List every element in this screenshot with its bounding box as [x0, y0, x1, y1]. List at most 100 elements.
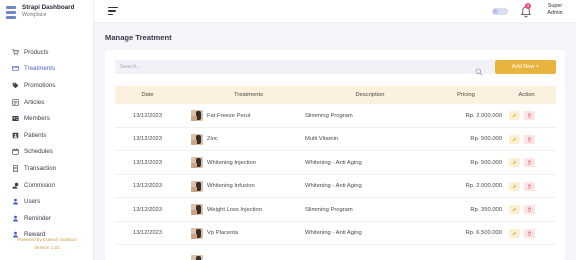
row-date: 13/12/2023 [132, 206, 162, 213]
row-actions [487, 198, 556, 221]
delete-button[interactable] [523, 134, 535, 144]
trash-icon [527, 231, 531, 236]
topbar: 3 Super Admin [94, 0, 576, 23]
row-actions [487, 104, 556, 127]
treatment-thumbnail [191, 133, 203, 145]
sidebar-item-products[interactable]: Products [0, 44, 94, 61]
edit-button[interactable] [508, 228, 520, 238]
treatment-name: Whitening Injection [207, 159, 256, 166]
header-description: Description [355, 92, 385, 98]
row-date: 13/12/2023 [132, 230, 162, 236]
edit-icon [512, 231, 516, 235]
sidebar-item-patients[interactable]: Patients [0, 127, 94, 144]
treatment-name: Fat Freeze Perut [207, 112, 251, 119]
edit-button[interactable] [508, 134, 520, 144]
treatment-thumbnail [191, 204, 203, 215]
delete-button[interactable] [523, 111, 535, 120]
sidebar-item-members[interactable]: Members [0, 110, 94, 127]
sidebar: Strapi Dashboard Workplace Products Trea… [0, 0, 94, 260]
brand[interactable]: Strapi Dashboard Workplace [6, 4, 74, 20]
row-description: Multi Vitamin [305, 136, 339, 142]
row-date: 13/12/2023 [132, 183, 162, 189]
sidebar-item-label: Articles [24, 98, 45, 106]
row-description: Whitening - Anti Aging [305, 230, 362, 236]
sidebar-item-label: Patients [24, 131, 47, 139]
sidebar-item-transaction[interactable]: Transaction [0, 160, 94, 177]
treatment-thumbnail [191, 157, 203, 168]
row-actions [487, 151, 556, 174]
header-date: Date [141, 92, 154, 98]
treatment-thumbnail [191, 227, 203, 239]
cart-icon [11, 48, 19, 56]
sidebar-item-label: Promotions [24, 81, 56, 89]
theme-toggle[interactable] [492, 8, 508, 15]
add-new-button[interactable]: Add New + [495, 60, 556, 74]
edit-button[interactable] [508, 181, 520, 191]
treatment-name: Zinc [207, 136, 218, 142]
edit-button[interactable] [508, 111, 520, 120]
edit-button[interactable] [508, 158, 520, 167]
delete-button[interactable] [523, 228, 535, 238]
sidebar-item-users[interactable]: Users [0, 193, 94, 210]
trash-icon [527, 137, 531, 142]
card-icon [11, 65, 19, 73]
sidebar-item-promotions[interactable]: Promotions [0, 77, 94, 94]
treatment-name: Weight Loss Injection [207, 206, 262, 213]
delete-button[interactable] [523, 181, 535, 191]
treatment-thumbnail [191, 255, 203, 260]
sidebar-item-label: Treatments [24, 65, 56, 73]
search-input[interactable] [115, 60, 496, 74]
treatment-thumbnail [191, 180, 203, 192]
receipt-icon [11, 164, 19, 172]
trash-icon [527, 184, 531, 189]
id-card-icon [11, 115, 19, 123]
header-action: Action [518, 92, 535, 98]
menu-toggle-icon[interactable] [108, 7, 118, 15]
sidebar-item-articles[interactable]: Articles [0, 94, 94, 111]
sidebar-item-label: Products [24, 48, 49, 56]
powered-by-text: Powered by Eratech Solution [17, 237, 77, 242]
page-title: Manage Treatment [105, 33, 172, 42]
table-row: 13/12/2023 Weight Loss Injection Slimmin… [115, 198, 556, 222]
sidebar-item-treatments[interactable]: Treatments [0, 61, 94, 78]
row-actions [487, 222, 556, 245]
sidebar-nav: Products Treatments Promotions Articles … [0, 44, 94, 243]
tag-icon [11, 81, 19, 89]
trash-icon [527, 207, 531, 212]
edit-icon [512, 113, 516, 118]
sidebar-item-label: Transaction [24, 164, 57, 172]
user-menu[interactable]: Super Admin [540, 3, 570, 17]
treatment-name: Vp Placenta [207, 230, 239, 236]
version-text: Version 1.01 [34, 245, 60, 250]
patient-icon [11, 131, 19, 139]
table-row: 13/12/2023 Fat Freeze Perut Slimming Pro… [115, 104, 556, 128]
brand-title: Strapi Dashboard [22, 4, 75, 11]
row-description: Whitening - Anti Aging [305, 159, 362, 166]
row-date: 13/12/2023 [132, 112, 162, 119]
header-pricing: Pricing [457, 92, 475, 98]
table-row: 13/12/2023 Vp Placenta Whitening - Anti … [115, 222, 556, 245]
user-name-line2: Admin [547, 10, 563, 16]
search-icon[interactable] [475, 63, 483, 76]
sidebar-item-reminder[interactable]: Reminder [0, 210, 94, 227]
edit-button[interactable] [508, 205, 520, 214]
table-row: 13/12/2023 Whitening Infusion Whitening … [115, 175, 556, 198]
trash-icon [527, 160, 531, 165]
reminder-icon [11, 214, 19, 222]
brand-subtitle: Workplace [22, 12, 47, 18]
edit-icon [512, 160, 516, 165]
edit-icon [512, 207, 516, 212]
calendar-icon [11, 148, 19, 156]
notification-badge: 3 [525, 3, 531, 9]
treatment-name: Whitening Infusion [207, 183, 255, 189]
delete-button[interactable] [523, 205, 535, 214]
delete-button[interactable] [523, 158, 535, 167]
table-header: Date Treatments Description Pricing Acti… [115, 86, 556, 104]
row-treatment [181, 255, 207, 260]
sidebar-item-commission[interactable]: Commision [0, 177, 94, 194]
sidebar-item-schedules[interactable]: Schedules [0, 144, 94, 161]
sidebar-item-label: Users [24, 198, 41, 206]
powered-by: Powered by Eratech Solution Version 1.01 [0, 236, 94, 252]
row-date: 13/12/2023 [132, 159, 162, 166]
table-row: 13/12/2023 Whitening Injection Whitening… [115, 151, 556, 175]
